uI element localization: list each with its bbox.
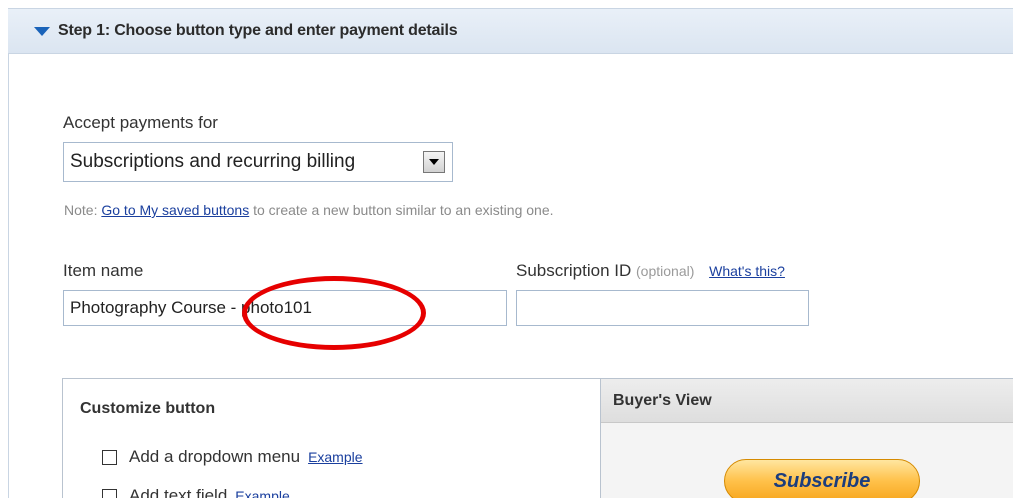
collapse-triangle-icon[interactable] bbox=[34, 26, 50, 36]
subscribe-button[interactable]: Subscribe bbox=[724, 459, 920, 498]
accept-payments-label: Accept payments for bbox=[63, 113, 218, 132]
item-name-label: Item name bbox=[63, 261, 144, 280]
customize-panel bbox=[62, 378, 602, 498]
subscription-id-label: Subscription ID bbox=[516, 261, 632, 280]
accept-payments-selected-value: Subscriptions and recurring billing bbox=[70, 151, 356, 172]
step-header[interactable]: Step 1: Choose button type and enter pay… bbox=[8, 8, 1013, 54]
text-field-example-link[interactable]: Example bbox=[235, 488, 289, 498]
item-name-value: Photography Course - photo101 bbox=[70, 298, 312, 317]
note-prefix: Note: bbox=[64, 202, 98, 218]
subscription-id-label-group: Subscription ID (optional) What's this? bbox=[516, 261, 785, 281]
dropdown-example-link[interactable]: Example bbox=[308, 449, 362, 465]
page: Step 1: Choose button type and enter pay… bbox=[0, 0, 1013, 498]
customize-button-title: Customize button bbox=[80, 400, 216, 417]
dropdown-menu-label: Add a dropdown menu bbox=[129, 447, 301, 466]
chevron-down-icon[interactable] bbox=[423, 151, 445, 173]
whats-this-link[interactable]: What's this? bbox=[709, 263, 785, 279]
accept-payments-select[interactable]: Subscriptions and recurring billing bbox=[63, 142, 453, 182]
buyers-view-title: Buyer's View bbox=[601, 379, 1013, 423]
subscription-id-input[interactable] bbox=[516, 290, 809, 326]
text-field-label: Add text field bbox=[129, 486, 228, 498]
saved-buttons-link[interactable]: Go to My saved buttons bbox=[101, 202, 249, 218]
text-field-checkbox[interactable] bbox=[102, 488, 117, 498]
frame-border bbox=[8, 8, 9, 498]
note-suffix: to create a new button similar to an exi… bbox=[253, 202, 554, 218]
item-name-input[interactable]: Photography Course - photo101 bbox=[63, 290, 507, 326]
dropdown-menu-checkbox[interactable] bbox=[102, 449, 117, 465]
optional-tag: (optional) bbox=[636, 263, 695, 279]
dropdown-menu-option[interactable]: Add a dropdown menu Example bbox=[102, 447, 363, 467]
text-field-option[interactable]: Add text field Example bbox=[102, 486, 290, 498]
step-title: Step 1: Choose button type and enter pay… bbox=[58, 22, 458, 39]
saved-buttons-note: Note: Go to My saved buttons to create a… bbox=[64, 202, 554, 218]
